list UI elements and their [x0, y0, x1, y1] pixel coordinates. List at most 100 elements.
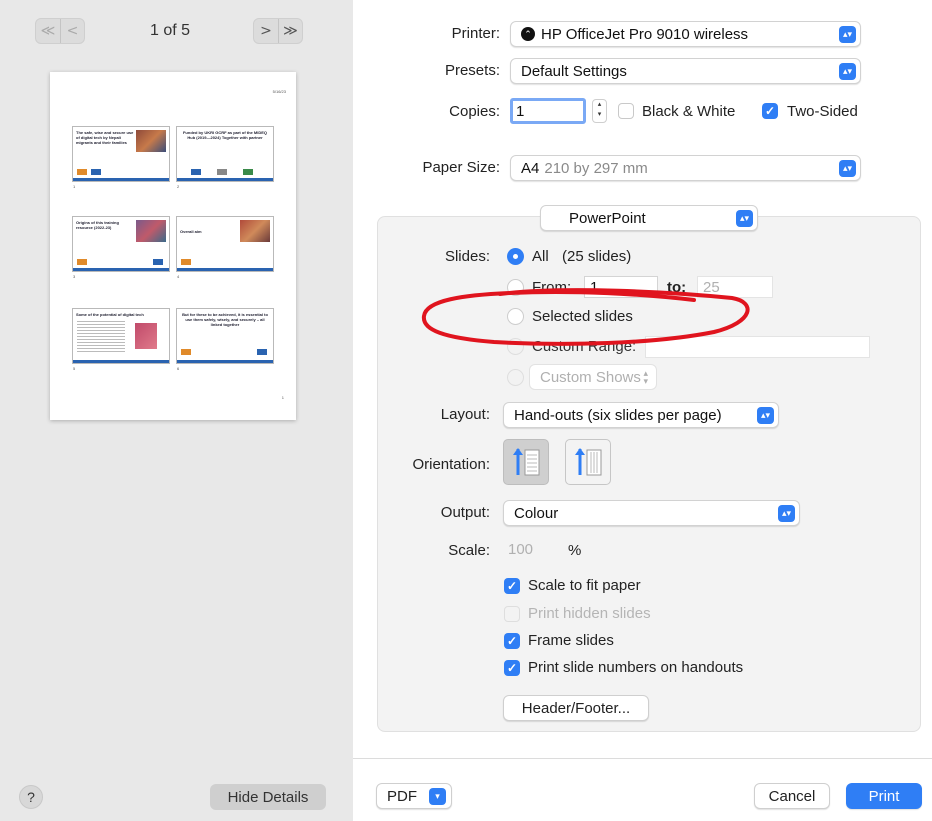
output-popup[interactable]: Colour ▴▾	[503, 500, 800, 526]
landscape-orientation-button[interactable]	[565, 439, 611, 485]
portrait-orientation-button[interactable]	[503, 439, 549, 485]
slide-footer-bar	[73, 178, 169, 181]
printer-status-icon: ⌃	[521, 27, 535, 41]
handout-slide: Overall aim 4	[176, 216, 274, 279]
checkmark-icon: ✓	[506, 579, 518, 593]
scale-label: Scale:	[448, 542, 490, 559]
previous-page-button[interactable]: <	[60, 19, 84, 43]
slides-from-label: From:	[532, 279, 572, 296]
handout-slide: Origins of this training resource (2022-…	[72, 216, 170, 279]
paper-size-label: Paper Size:	[422, 159, 500, 176]
scale-input[interactable]: 100	[503, 539, 558, 561]
presets-popup[interactable]: Default Settings ▴▾	[510, 58, 861, 84]
chevron-down-icon: ▾	[429, 788, 446, 805]
first-prev-nav: ≪ <	[35, 18, 85, 44]
slide-logo	[243, 169, 253, 175]
slide-footer-bar	[73, 268, 169, 271]
handout-slide: Some of the potential of digital tech 5	[72, 308, 170, 371]
slides-to-label: to:	[667, 279, 687, 296]
slide-title: Overall aim	[180, 229, 202, 234]
scale-unit: %	[568, 542, 582, 559]
next-last-nav: > ≫	[253, 18, 303, 44]
slide-number: 3	[73, 274, 76, 279]
handout-slide: The safe, wise and secure use of digital…	[72, 126, 170, 189]
slide-title: Some of the potential of digital tech	[76, 312, 144, 317]
slide-logo	[77, 169, 87, 175]
slide-photo	[135, 323, 157, 349]
updown-chevron-icon: ▴▾	[643, 368, 648, 386]
slide-logo	[181, 259, 191, 265]
print-slide-numbers-label: Print slide numbers on handouts	[528, 659, 744, 676]
slide-footer-bar	[177, 268, 273, 271]
output-value: Colour	[514, 504, 559, 522]
slide-footer-bar	[177, 360, 273, 363]
paper-size-detail: 210 by 297 mm	[544, 159, 648, 177]
updown-chevron-icon: ▴▾	[778, 505, 795, 522]
scale-to-fit-label: Scale to fit paper	[528, 577, 641, 594]
slides-all-radio[interactable]	[507, 248, 524, 265]
output-label: Output:	[440, 504, 490, 521]
custom-shows-radio[interactable]	[507, 369, 524, 386]
slide-number: 2	[177, 184, 180, 189]
slide-logo	[257, 349, 267, 355]
first-page-button[interactable]: ≪	[36, 19, 60, 43]
slide-logo	[191, 169, 201, 175]
slide-footer-bar	[177, 178, 273, 181]
slides-count: (25 slides)	[562, 248, 632, 265]
print-slide-numbers-checkbox[interactable]: ✓	[504, 660, 520, 676]
two-sided-checkbox[interactable]: ✓	[762, 103, 778, 119]
print-button[interactable]: Print	[846, 783, 922, 809]
slide-title: But for these to be achieved, it is esse…	[182, 312, 268, 327]
slide-logo	[91, 169, 101, 175]
slide-logo	[217, 169, 227, 175]
paper-size-popup[interactable]: A4 210 by 297 mm ▴▾	[510, 155, 861, 181]
custom-shows-popup[interactable]: Custom Shows ▴ ▾	[529, 364, 657, 390]
two-sided-label: Two-Sided	[787, 103, 858, 120]
slide-number: 4	[177, 274, 180, 279]
slide-logo	[153, 259, 163, 265]
checkmark-icon: ✓	[506, 661, 518, 675]
help-button[interactable]: ?	[19, 785, 43, 809]
portrait-icon	[513, 448, 540, 476]
slide-number: 5	[73, 366, 76, 371]
slides-to-input[interactable]: 25	[697, 276, 773, 298]
slides-all-label: All	[532, 248, 549, 265]
header-footer-button[interactable]: Header/Footer...	[503, 695, 649, 721]
layout-popup[interactable]: Hand-outs (six slides per page) ▴▾	[503, 402, 779, 428]
presets-label: Presets:	[444, 62, 500, 79]
slide-logo	[181, 349, 191, 355]
custom-range-radio[interactable]	[507, 338, 524, 355]
copies-stepper[interactable]: ▴ ▾	[592, 99, 607, 123]
app-section-popup[interactable]: PowerPoint ▴▾	[540, 205, 758, 231]
hide-details-button[interactable]: Hide Details	[210, 784, 326, 810]
updown-chevron-icon: ▴▾	[839, 63, 856, 80]
orientation-label: Orientation:	[412, 456, 490, 473]
slide-logo	[77, 259, 87, 265]
slides-from-radio[interactable]	[507, 279, 524, 296]
custom-range-input[interactable]	[645, 336, 870, 358]
print-hidden-slides-checkbox[interactable]	[504, 606, 520, 622]
landscape-icon	[575, 448, 602, 476]
pdf-menu-button[interactable]: PDF ▾	[376, 783, 452, 809]
frame-slides-label: Frame slides	[528, 632, 614, 649]
custom-shows-value: Custom Shows	[540, 368, 641, 386]
slide-footer-bar	[73, 360, 169, 363]
checkmark-icon: ✓	[764, 104, 776, 118]
presets-value: Default Settings	[521, 62, 627, 80]
frame-slides-checkbox[interactable]: ✓	[504, 633, 520, 649]
next-page-button[interactable]: >	[254, 19, 278, 43]
printer-value: HP OfficeJet Pro 9010 wireless	[541, 25, 749, 43]
last-page-button[interactable]: ≫	[278, 19, 302, 43]
black-white-label: Black & White	[642, 103, 736, 120]
copies-input[interactable]: 1	[510, 98, 586, 124]
slides-from-input[interactable]: 1	[584, 276, 658, 298]
selected-slides-radio[interactable]	[507, 308, 524, 325]
thumb-page-number: 1	[281, 395, 284, 400]
page-preview-thumbnail: 5/16/23 The safe, wise and secure use of…	[50, 72, 296, 420]
scale-to-fit-checkbox[interactable]: ✓	[504, 578, 520, 594]
copies-label: Copies:	[449, 103, 500, 120]
preview-pane: ≪ < 1 of 5 > ≫ 5/16/23 The safe, wise an…	[0, 0, 353, 821]
black-white-checkbox[interactable]	[618, 103, 634, 119]
cancel-button[interactable]: Cancel	[754, 783, 830, 809]
printer-popup[interactable]: ⌃ HP OfficeJet Pro 9010 wireless ▴▾	[510, 21, 861, 47]
